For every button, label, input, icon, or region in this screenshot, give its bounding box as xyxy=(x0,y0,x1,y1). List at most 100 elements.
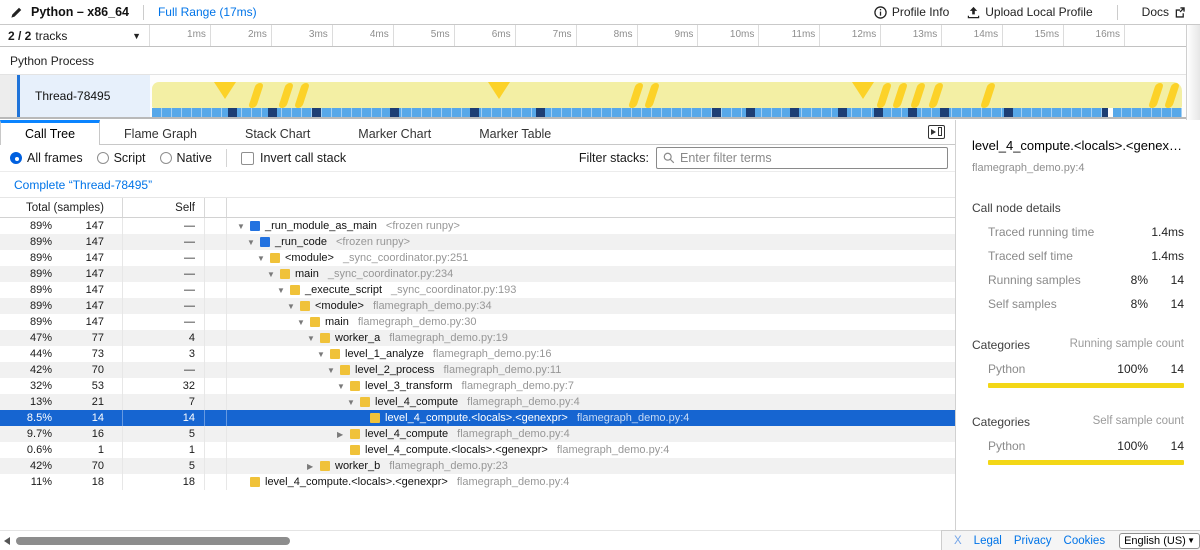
radio-script[interactable]: Script xyxy=(97,151,146,165)
function-file: _sync_coordinator.py:234 xyxy=(328,268,453,280)
horizontal-scrollbar[interactable] xyxy=(16,537,290,545)
twisty-open-icon[interactable]: ▼ xyxy=(347,398,360,407)
call-tree-row[interactable]: 0.6%11level_4_compute.<locals>.<genexpr>… xyxy=(0,442,955,458)
row-total-cell: 89%147 xyxy=(0,218,123,234)
docs-link[interactable]: Docs xyxy=(1142,5,1186,19)
twisty-open-icon[interactable]: ▼ xyxy=(247,238,260,247)
tracks-word: tracks xyxy=(35,29,67,43)
sample-dark-segment xyxy=(874,108,883,117)
twisty-open-icon[interactable]: ▼ xyxy=(277,286,290,295)
twisty-open-icon[interactable]: ▼ xyxy=(237,222,250,231)
call-tree-row[interactable]: 89%147—▼_run_module_as_main<frozen runpy… xyxy=(0,218,955,234)
radio-dot[interactable] xyxy=(160,152,172,164)
categories-count-label: Running sample count xyxy=(1070,338,1184,352)
gc-marker-icon xyxy=(278,83,294,108)
call-tree-row[interactable]: 8.5%1414level_4_compute.<locals>.<genexp… xyxy=(0,410,955,426)
tab-marker-chart[interactable]: Marker Chart xyxy=(334,120,455,144)
call-tree-row[interactable]: 11%1818level_4_compute.<locals>.<genexpr… xyxy=(0,474,955,490)
call-tree-row[interactable]: 89%147—▼_execute_script_sync_coordinator… xyxy=(0,282,955,298)
full-range-link[interactable]: Full Range (17ms) xyxy=(158,5,257,19)
categories-heading: CategoriesSelf sample count xyxy=(972,415,1184,429)
call-tree-row[interactable]: 89%147—▼_run_code<frozen runpy> xyxy=(0,234,955,250)
call-node-sidebar: level_4_compute.<locals>.<genexpr> flame… xyxy=(955,120,1200,530)
row-category-strip xyxy=(205,410,227,426)
call-tree-row[interactable]: 42%70—▼level_2_processflamegraph_demo.py… xyxy=(0,362,955,378)
column-header-self[interactable]: Self xyxy=(123,198,205,217)
process-track-header[interactable]: Python Process xyxy=(0,47,1186,75)
sample-dark-segment xyxy=(228,108,237,117)
footer-link-cookies[interactable]: Cookies xyxy=(1064,535,1106,547)
thread-activity-graph[interactable] xyxy=(150,75,1186,117)
row-function: ▼_execute_script_sync_coordinator.py:193 xyxy=(227,282,955,298)
thread-track-label[interactable]: Thread-78495 xyxy=(20,75,150,117)
call-tree-row[interactable]: 9.7%165▶level_4_computeflamegraph_demo.p… xyxy=(0,426,955,442)
function-file: _sync_coordinator.py:251 xyxy=(343,252,468,264)
radio-label: Native xyxy=(177,151,212,165)
tracks-dropdown[interactable]: 2 / 2 tracks ▼ xyxy=(0,25,150,46)
tab-stack-chart[interactable]: Stack Chart xyxy=(221,120,334,144)
footer-link-x[interactable]: X xyxy=(954,535,962,547)
function-file: flamegraph_demo.py:4 xyxy=(577,412,690,424)
upload-profile-label: Upload Local Profile xyxy=(985,5,1092,19)
sidebar-detail-row: Traced running time1.4ms xyxy=(972,225,1184,239)
twisty-open-icon[interactable]: ▼ xyxy=(257,254,270,263)
footer-link-privacy[interactable]: Privacy xyxy=(1014,535,1052,547)
call-tree-row[interactable]: 42%705▶worker_bflamegraph_demo.py:23 xyxy=(0,458,955,474)
radio-native[interactable]: Native xyxy=(160,151,212,165)
radio-label: Script xyxy=(114,151,146,165)
call-tree-row[interactable]: 47%774▼worker_aflamegraph_demo.py:19 xyxy=(0,330,955,346)
ruler-tick: 1ms xyxy=(150,25,211,46)
twisty-open-icon[interactable]: ▼ xyxy=(287,302,300,311)
checkbox-box[interactable] xyxy=(241,152,254,165)
radio-all-frames[interactable]: All frames xyxy=(10,151,83,165)
filter-stacks-input[interactable] xyxy=(680,151,941,165)
twisty-open-icon[interactable]: ▼ xyxy=(337,382,350,391)
tab-flame-graph[interactable]: Flame Graph xyxy=(100,120,221,144)
row-total-samples: 147 xyxy=(52,236,122,248)
call-tree-row[interactable]: 44%733▼level_1_analyzeflamegraph_demo.py… xyxy=(0,346,955,362)
row-total-percent: 89% xyxy=(0,268,52,280)
twisty-open-icon[interactable]: ▼ xyxy=(317,350,330,359)
function-file: flamegraph_demo.py:23 xyxy=(389,460,508,472)
call-tree-row[interactable]: 89%147—▼<module>flamegraph_demo.py:34 xyxy=(0,298,955,314)
column-header-total[interactable]: Total (samples) xyxy=(0,198,123,217)
row-self-samples: — xyxy=(123,266,205,282)
ruler-tick: 13ms xyxy=(881,25,942,46)
radio-dot[interactable] xyxy=(10,152,22,164)
tab-marker-table[interactable]: Marker Table xyxy=(455,120,575,144)
breadcrumb-root-link[interactable]: Complete “Thread-78495” xyxy=(14,178,152,192)
language-select[interactable]: English (US) ▼ xyxy=(1119,533,1200,549)
row-total-samples: 147 xyxy=(52,268,122,280)
call-tree-row[interactable]: 89%147—▼<module>_sync_coordinator.py:251 xyxy=(0,250,955,266)
row-total-percent: 42% xyxy=(0,460,52,472)
profile-title[interactable]: Python – x86_64 xyxy=(31,5,129,19)
sample-dark-segment xyxy=(838,108,847,117)
twisty-closed-icon[interactable]: ▶ xyxy=(337,430,350,439)
edit-pencil-icon[interactable] xyxy=(10,6,23,19)
function-name: _run_code xyxy=(275,236,327,248)
profile-info-button[interactable]: Profile Info xyxy=(874,5,949,19)
sidebar-toggle-icon[interactable] xyxy=(928,125,945,139)
twisty-open-icon[interactable]: ▼ xyxy=(327,366,340,375)
scroll-left-arrow[interactable] xyxy=(4,537,10,545)
call-tree-row[interactable]: 89%147—▼mainflamegraph_demo.py:30 xyxy=(0,314,955,330)
sample-dark-segment xyxy=(940,108,949,117)
invert-call-stack-checkbox[interactable]: Invert call stack xyxy=(241,151,346,165)
row-self-samples: 3 xyxy=(123,346,205,362)
radio-dot[interactable] xyxy=(97,152,109,164)
row-total-percent: 8.5% xyxy=(0,412,52,424)
call-tree-row[interactable]: 13%217▼level_4_computeflamegraph_demo.py… xyxy=(0,394,955,410)
row-total-cell: 89%147 xyxy=(0,298,123,314)
footer-link-legal[interactable]: Legal xyxy=(974,535,1002,547)
call-tree-row[interactable]: 89%147—▼main_sync_coordinator.py:234 xyxy=(0,266,955,282)
twisty-open-icon[interactable]: ▼ xyxy=(267,270,280,279)
function-name: level_4_compute xyxy=(365,428,448,440)
twisty-open-icon[interactable]: ▼ xyxy=(297,318,310,327)
twisty-open-icon[interactable]: ▼ xyxy=(307,334,320,343)
category-square-icon xyxy=(350,381,360,391)
tab-call-tree[interactable]: Call Tree xyxy=(0,120,100,145)
upload-profile-button[interactable]: Upload Local Profile xyxy=(967,5,1092,19)
detail-percent: 8% xyxy=(1106,297,1148,311)
twisty-closed-icon[interactable]: ▶ xyxy=(307,462,320,471)
call-tree-row[interactable]: 32%5332▼level_3_transformflamegraph_demo… xyxy=(0,378,955,394)
